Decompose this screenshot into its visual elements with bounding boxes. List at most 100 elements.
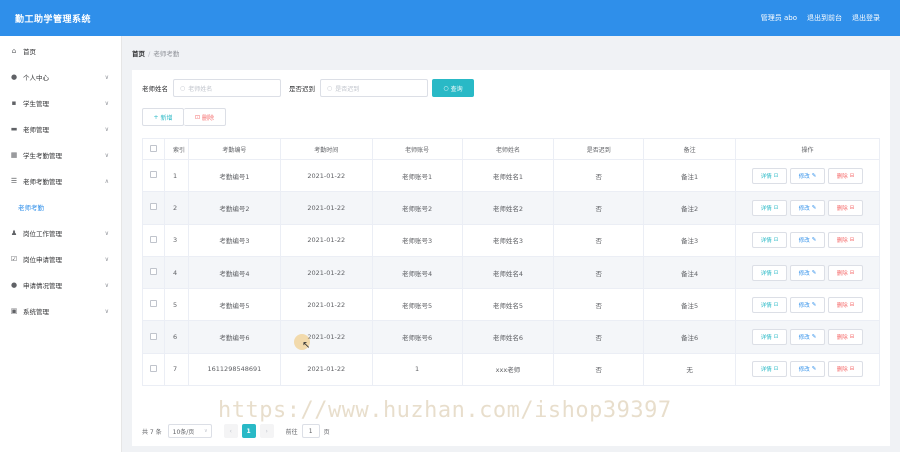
detail-button[interactable]: 详情 ⊡: [752, 167, 787, 184]
table-cell: 备注4: [643, 256, 737, 290]
delete-button[interactable]: 删除 ⊟: [828, 232, 863, 249]
sidebar-item-label: 学生管理: [23, 100, 49, 108]
exit-front-link[interactable]: 退出到前台: [807, 13, 842, 23]
batch-delete-button[interactable]: ⊡ 删除: [184, 108, 226, 126]
edit-button[interactable]: 修改 ✎: [790, 167, 825, 184]
sidebar-item-home[interactable]: ⌂ 首页: [0, 38, 121, 64]
table-cell: 否: [553, 353, 645, 387]
row-actions-cell: 详情 ⊡ 修改 ✎ 删除 ⊟: [735, 191, 880, 225]
page-button-1[interactable]: 1: [241, 424, 256, 438]
table-cell: 否: [553, 256, 645, 290]
breadcrumb-home[interactable]: 首页: [132, 50, 145, 58]
detail-button[interactable]: 详情 ⊡: [752, 232, 787, 249]
delete-button[interactable]: 删除 ⊟: [828, 329, 863, 346]
table-cell: 老师姓名5: [461, 288, 555, 322]
edit-button[interactable]: 修改 ✎: [790, 199, 825, 216]
chevron-down-icon: ∨: [203, 428, 208, 434]
main-content: 首页 / 老师考勤 老师姓名 ○ 老师姓名 是否迟到 ○ 是否迟到 ○ 查询 + 新…: [122, 36, 900, 452]
sidebar-item-application-status[interactable]: ● 申请情况管理 ∨: [0, 272, 121, 298]
sidebar-subitem-teacher-attendance[interactable]: 老师考勤: [0, 194, 121, 220]
row-checkbox[interactable]: [149, 364, 157, 372]
edit-button[interactable]: 修改 ✎: [790, 329, 825, 346]
table-header-row: 索引 考勤编号 考勤时间 老师账号 老师姓名 是否迟到 备注 操作: [142, 138, 880, 160]
view-icon: ⊡: [773, 301, 779, 308]
row-actions-cell: 详情 ⊡ 修改 ✎ 删除 ⊟: [735, 159, 880, 193]
next-page-button[interactable]: ›: [259, 424, 274, 438]
edit-icon: ✎: [811, 204, 817, 211]
edit-icon: ✎: [811, 237, 817, 244]
row-checkbox[interactable]: [149, 203, 157, 211]
detail-button[interactable]: 详情 ⊡: [752, 199, 787, 216]
edit-label: 修改: [798, 335, 810, 342]
trash-icon: ⊟: [849, 204, 855, 211]
row-select-cell[interactable]: [142, 353, 165, 387]
delete-button[interactable]: 删除 ⊟: [828, 296, 863, 313]
chevron-down-icon: ∨: [104, 125, 109, 133]
sidebar-item-students[interactable]: ▪ 学生管理 ∨: [0, 90, 121, 116]
goto-page-input[interactable]: 1: [301, 424, 320, 438]
detail-button[interactable]: 详情 ⊡: [752, 361, 787, 378]
edit-button[interactable]: 修改 ✎: [790, 264, 825, 281]
select-all-header[interactable]: [142, 138, 165, 160]
teacher-icon: ▬: [10, 125, 18, 133]
sidebar-item-system[interactable]: ▣ 系统管理 ∨: [0, 298, 121, 324]
table-cell: 老师姓名2: [461, 191, 555, 225]
edit-label: 修改: [798, 367, 810, 374]
trash-icon: ⊟: [849, 301, 855, 308]
table-cell: 老师账号6: [371, 320, 463, 354]
detail-button[interactable]: 详情 ⊡: [752, 296, 787, 313]
row-select-cell[interactable]: [142, 288, 165, 322]
edit-button[interactable]: 修改 ✎: [790, 232, 825, 249]
student-icon: ▪: [11, 99, 17, 107]
content-panel: 老师姓名 ○ 老师姓名 是否迟到 ○ 是否迟到 ○ 查询 + 新增 ⊡ 删除 索…: [132, 70, 890, 446]
sidebar-item-jobs[interactable]: ♟ 岗位工作管理 ∨: [0, 220, 121, 246]
sidebar-item-teacher-attendance[interactable]: ☰ 老师考勤管理 ∧: [0, 168, 121, 194]
sidebar-item-teachers[interactable]: ▬ 老师管理 ∨: [0, 116, 121, 142]
sidebar-item-student-attendance[interactable]: ▦ 学生考勤管理 ∨: [0, 142, 121, 168]
row-checkbox[interactable]: [149, 332, 157, 340]
teacher-name-input[interactable]: ○ 老师姓名: [173, 79, 281, 97]
prev-page-button[interactable]: ‹: [223, 424, 238, 438]
detail-button[interactable]: 详情 ⊡: [752, 264, 787, 281]
chevron-down-icon: ∨: [104, 307, 109, 315]
table-cell: 老师账号4: [371, 256, 463, 290]
late-input[interactable]: ○ 是否迟到: [320, 79, 428, 97]
row-select-cell[interactable]: [142, 224, 165, 257]
settings-icon: ▣: [10, 307, 18, 315]
row-select-cell[interactable]: [142, 159, 165, 193]
sidebar-item-applications[interactable]: ☑ 岗位申请管理 ∨: [0, 246, 121, 272]
edit-button[interactable]: 修改 ✎: [790, 361, 825, 378]
chevron-up-icon: ∧: [104, 177, 109, 185]
delete-button-label: 删除: [202, 114, 215, 122]
row-select-cell[interactable]: [142, 320, 165, 354]
edit-icon: ✎: [811, 366, 817, 373]
detail-label: 详情: [760, 367, 772, 374]
delete-button[interactable]: 删除 ⊟: [828, 167, 863, 184]
col-attendance-time: 考勤时间: [279, 138, 373, 160]
search-button[interactable]: ○ 查询: [432, 79, 474, 97]
detail-button[interactable]: 详情 ⊡: [752, 329, 787, 346]
select-all-checkbox[interactable]: [149, 144, 157, 152]
edit-button[interactable]: 修改 ✎: [790, 296, 825, 313]
row-select-cell[interactable]: [142, 191, 165, 225]
add-button[interactable]: + 新增: [142, 108, 184, 126]
search-icon: ○: [327, 84, 333, 92]
table-cell: 3: [163, 224, 189, 257]
delete-button[interactable]: 删除 ⊟: [828, 264, 863, 281]
sidebar-item-profile[interactable]: ● 个人中心 ∨: [0, 64, 121, 90]
row-checkbox[interactable]: [149, 268, 157, 276]
sidebar-item-label: 个人中心: [23, 74, 49, 82]
table-row: 1 考勤编号1 2021-01-22 老师账号1 老师姓名1 否备注1 详情 ⊡ 修改 ✎ 删除 ⊟: [142, 159, 880, 193]
row-checkbox[interactable]: [149, 300, 157, 308]
page-size-select[interactable]: 10条/页 ∨: [167, 424, 212, 438]
row-checkbox[interactable]: [149, 171, 157, 179]
delete-button[interactable]: 删除 ⊟: [828, 361, 863, 378]
row-select-cell[interactable]: [142, 256, 165, 290]
delete-button[interactable]: 删除 ⊟: [828, 199, 863, 216]
table-cell: 2021-01-22: [279, 191, 373, 225]
row-checkbox[interactable]: [149, 235, 157, 243]
table-cell: 老师账号1: [371, 159, 463, 193]
col-remark: 备注: [643, 138, 737, 160]
logout-link[interactable]: 退出登录: [852, 13, 880, 23]
table-cell: 否: [553, 159, 645, 193]
